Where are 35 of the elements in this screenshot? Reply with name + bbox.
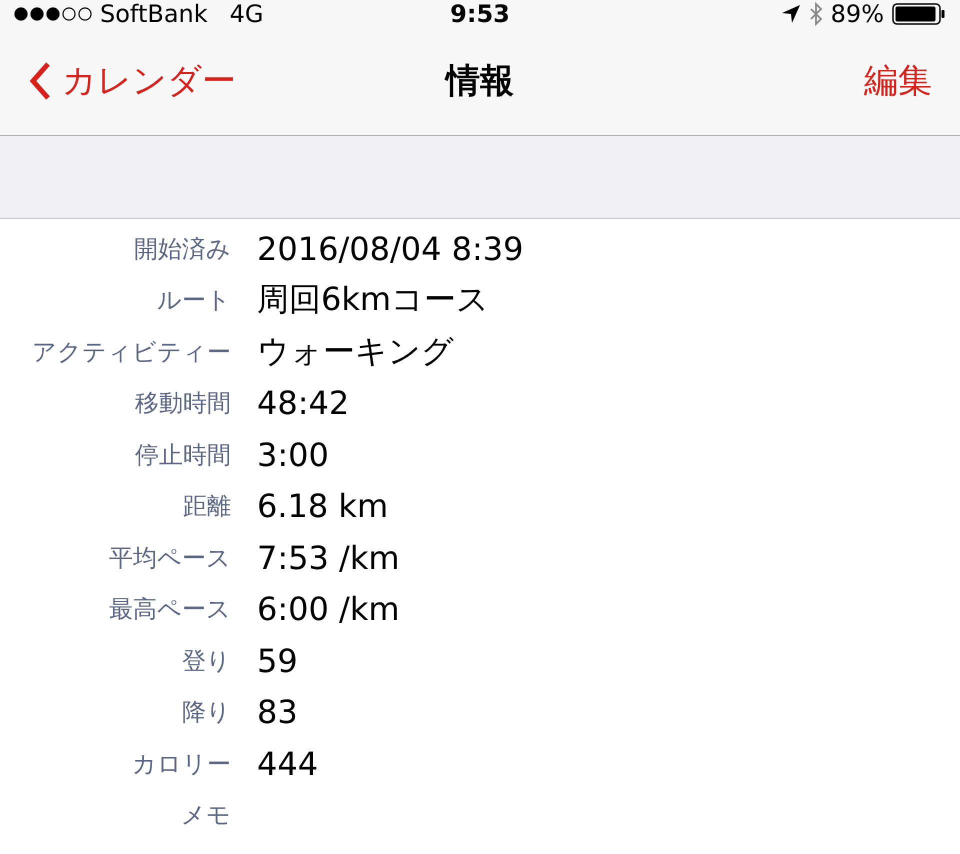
field-label: 移動時間 <box>134 388 231 420</box>
field-value: 59 <box>257 642 298 680</box>
edit-button[interactable]: 編集 <box>864 58 932 104</box>
field-value: 2016/08/04 8:39 <box>257 230 524 268</box>
nav-title: 情報 <box>446 60 514 103</box>
location-arrow-icon <box>780 4 801 24</box>
back-button[interactable]: カレンダー <box>28 58 236 104</box>
field-label: 降り <box>181 697 231 728</box>
field-label: 登り <box>181 646 231 677</box>
network-type: 4G <box>230 0 264 28</box>
field-value: 6.18 km <box>257 487 388 526</box>
field-value: 83 <box>257 693 298 732</box>
status-time: 9:53 <box>450 0 510 28</box>
field-label: ルート <box>156 285 231 316</box>
chevron-left-icon <box>28 61 52 101</box>
field-value: 周回6kmコース <box>257 279 490 320</box>
bluetooth-icon <box>808 2 823 26</box>
battery-percent: 89% <box>830 0 884 28</box>
field-label: 平均ペース <box>108 542 231 574</box>
field-label: 距離 <box>182 491 231 522</box>
battery-icon <box>892 2 946 24</box>
field-value: ウォーキング <box>257 330 454 372</box>
field-label: 最高ペース <box>108 594 231 626</box>
field-value: 444 <box>257 744 318 783</box>
carrier-name: SoftBank <box>100 0 208 28</box>
field-label: カロリー <box>131 748 231 780</box>
signal-icon <box>14 6 92 20</box>
field-value: 48:42 <box>257 384 350 422</box>
field-value: 7:53 /km <box>257 538 400 577</box>
field-label: メモ <box>180 800 231 832</box>
field-value: 6:00 /km <box>257 590 400 628</box>
field-value: 3:00 <box>257 436 329 474</box>
field-label: 開始済み <box>133 234 231 265</box>
field-label: アクティビティー <box>31 336 231 368</box>
field-label: 停止時間 <box>134 440 231 471</box>
